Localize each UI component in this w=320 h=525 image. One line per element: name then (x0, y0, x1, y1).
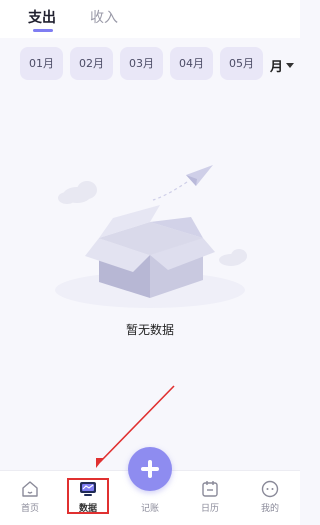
chart-monitor-icon (80, 482, 96, 496)
nav-label-data: 数据 (78, 504, 97, 514)
active-tab-indicator (33, 29, 53, 32)
profile-icon (261, 480, 279, 498)
type-tabs: 支出 收入 (0, 0, 300, 38)
empty-box-icon (55, 165, 247, 308)
month-chip-03[interactable]: 03月 (120, 47, 163, 80)
nav-label-home: 首页 (20, 504, 39, 514)
tab-income[interactable]: 收入 (90, 7, 118, 27)
nav-item-profile[interactable]: 我的 (240, 471, 300, 525)
nav-item-home[interactable]: 首页 (0, 471, 60, 525)
add-record-button[interactable] (128, 447, 172, 491)
calendar-icon (202, 481, 218, 497)
month-chip-05[interactable]: 05月 (220, 47, 263, 80)
period-selector[interactable]: 月 (270, 56, 283, 75)
month-chip-04[interactable]: 04月 (170, 47, 213, 80)
nav-item-data[interactable]: 数据 (58, 471, 118, 525)
nav-label-bookkeeping: 记账 (140, 504, 159, 514)
caret-down-icon[interactable] (286, 63, 294, 68)
month-chip-02[interactable]: 02月 (70, 47, 113, 80)
month-selector: 01月 02月 03月 04月 05月 月 (0, 38, 300, 93)
month-chip-01[interactable]: 01月 (20, 47, 63, 80)
tab-expense[interactable]: 支出 (28, 7, 56, 27)
empty-state-text: 暂无数据 (125, 323, 174, 337)
nav-label-profile: 我的 (260, 504, 279, 514)
nav-item-calendar[interactable]: 日历 (180, 471, 240, 525)
home-icon (22, 481, 38, 497)
nav-label-calendar: 日历 (200, 504, 219, 514)
